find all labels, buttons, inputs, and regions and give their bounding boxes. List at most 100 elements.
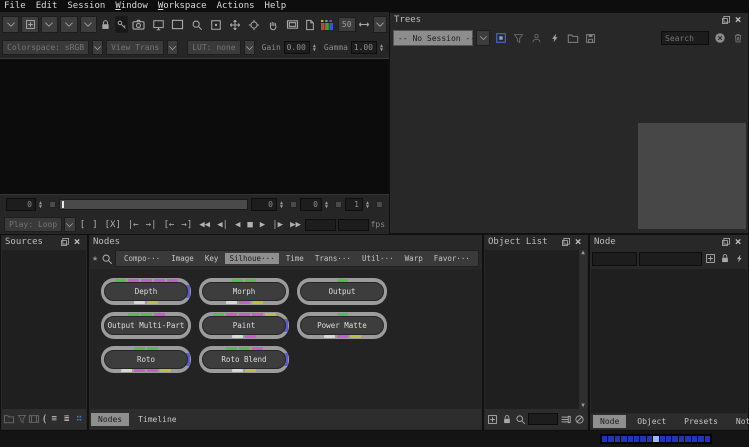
transport-button-1[interactable]: ] bbox=[90, 220, 99, 230]
range-start-button[interactable] bbox=[290, 201, 297, 208]
tab-compo[interactable]: Compo··· bbox=[120, 253, 164, 264]
scroll-up-icon[interactable]: ▲ bbox=[581, 250, 585, 256]
bottom-tab-nodes[interactable]: Nodes bbox=[91, 413, 129, 426]
target-tracker-icon[interactable] bbox=[246, 16, 263, 33]
region-of-interest-icon[interactable] bbox=[207, 16, 224, 33]
import-folder-icon[interactable] bbox=[565, 31, 580, 46]
search-object-icon[interactable] bbox=[514, 412, 527, 426]
notes-page-icon[interactable] bbox=[303, 16, 317, 33]
viewer-canvas[interactable] bbox=[0, 58, 389, 195]
node-item-morph[interactable]: Morph bbox=[199, 278, 289, 305]
transport-button-6[interactable]: →] bbox=[179, 220, 194, 230]
transport-button-9[interactable]: ◀ bbox=[233, 220, 242, 230]
close-panel-icon[interactable]: × bbox=[572, 237, 584, 248]
detail-view-icon[interactable]: ≣ bbox=[61, 412, 72, 426]
lut-chevron-icon[interactable] bbox=[244, 40, 255, 55]
transport-button-10[interactable]: ■ bbox=[245, 220, 254, 230]
node-search-icon[interactable] bbox=[100, 252, 113, 266]
viewer-options-dropdown[interactable] bbox=[373, 16, 387, 33]
gain-reset-button[interactable] bbox=[319, 44, 321, 51]
key-icon[interactable] bbox=[115, 16, 129, 33]
node-panel-tab-node[interactable]: Node bbox=[593, 415, 626, 428]
close-panel-icon[interactable]: × bbox=[732, 237, 744, 248]
transport-button-3[interactable]: |← bbox=[126, 220, 141, 230]
dissolve-value[interactable]: 50 bbox=[338, 17, 356, 32]
play-mode-dropdown[interactable]: Play: Loop bbox=[4, 217, 62, 232]
node-name-field[interactable] bbox=[592, 252, 637, 266]
node-item-power-matte[interactable]: Power Matte bbox=[297, 312, 387, 339]
step-value[interactable]: 1 bbox=[345, 198, 363, 211]
layers-icon[interactable] bbox=[559, 412, 572, 426]
search-input[interactable] bbox=[661, 31, 709, 45]
object-list[interactable] bbox=[485, 250, 579, 409]
range-end-button[interactable] bbox=[335, 201, 342, 208]
range-start-stepper[interactable]: ▲▼ bbox=[280, 201, 287, 209]
lock-icon[interactable] bbox=[99, 16, 113, 33]
lock-node-icon[interactable] bbox=[719, 252, 732, 266]
tab-trans[interactable]: Trans··· bbox=[311, 253, 355, 264]
transport-button-13[interactable]: ▶▶ bbox=[288, 220, 303, 230]
fps-field-2[interactable] bbox=[338, 219, 369, 231]
node-panel-tab-notes[interactable]: Notes bbox=[729, 415, 749, 428]
step-button[interactable] bbox=[376, 201, 383, 208]
view-transform-chevron-icon[interactable] bbox=[167, 40, 178, 55]
menu-item-help[interactable]: Help bbox=[265, 0, 287, 12]
close-panel-icon[interactable]: × bbox=[71, 237, 83, 248]
stereo-dropdown[interactable] bbox=[80, 16, 97, 33]
transport-button-8[interactable]: ◀| bbox=[215, 220, 230, 230]
range-start-value[interactable]: 0 bbox=[251, 198, 277, 211]
object-filter-input[interactable] bbox=[528, 413, 558, 425]
node-item-roto-blend[interactable]: Roto Blend bbox=[199, 346, 289, 373]
channel-dropdown[interactable] bbox=[41, 16, 58, 33]
object-list-scrollbar[interactable]: ▲ ▼ bbox=[579, 250, 587, 409]
snapshot-camera-icon[interactable] bbox=[130, 16, 147, 33]
gamma-reset-button[interactable] bbox=[386, 44, 388, 51]
add-parameter-icon[interactable] bbox=[704, 252, 717, 266]
compare-wipe-icon[interactable] bbox=[358, 16, 372, 33]
float-panel-icon[interactable] bbox=[560, 237, 572, 248]
favorites-star-icon[interactable]: ★ bbox=[92, 253, 98, 264]
tab-warp[interactable]: Warp bbox=[401, 253, 427, 264]
gain-value[interactable]: 0.00 bbox=[284, 41, 310, 54]
trash-icon[interactable] bbox=[730, 31, 745, 46]
menu-item-file[interactable]: File bbox=[4, 0, 26, 12]
add-object-icon[interactable] bbox=[486, 412, 499, 426]
lock-object-icon[interactable] bbox=[500, 412, 513, 426]
gamma-value[interactable]: 1.00 bbox=[351, 41, 377, 54]
frame-overlay-icon[interactable] bbox=[284, 16, 301, 33]
filter-icon[interactable] bbox=[511, 31, 526, 46]
pan-arrows-icon[interactable] bbox=[226, 16, 243, 33]
render-lightning-icon[interactable] bbox=[733, 252, 746, 266]
selected-tree-icon[interactable] bbox=[493, 31, 508, 46]
session-dropdown[interactable]: -- No Session -- bbox=[393, 30, 473, 46]
color-bars-icon[interactable] bbox=[319, 16, 336, 33]
node-panel-tab-object[interactable]: Object bbox=[630, 415, 673, 428]
colorspace-chevron-icon[interactable] bbox=[92, 40, 103, 55]
broadcast-monitor-icon[interactable] bbox=[150, 16, 167, 33]
tab-image[interactable]: Image bbox=[167, 253, 198, 264]
transport-button-12[interactable]: |▶ bbox=[270, 220, 285, 230]
node-item-depth[interactable]: Depth bbox=[101, 278, 191, 305]
full-screen-icon[interactable] bbox=[169, 16, 186, 33]
transport-button-2[interactable]: [X] bbox=[103, 220, 123, 230]
close-panel-icon[interactable]: × bbox=[732, 15, 744, 26]
gamma-stepper[interactable]: ▲▼ bbox=[380, 44, 383, 52]
float-panel-icon[interactable] bbox=[59, 237, 71, 248]
tab-util[interactable]: Util··· bbox=[358, 253, 398, 264]
gain-stepper[interactable]: ▲▼ bbox=[313, 44, 316, 52]
transport-button-11[interactable]: ▶ bbox=[258, 220, 267, 230]
zoom-tool-icon[interactable] bbox=[188, 16, 205, 33]
node-item-paint[interactable]: Paint bbox=[199, 312, 289, 339]
play-mode-chevron-icon[interactable] bbox=[64, 217, 76, 232]
current-frame-stepper[interactable]: ▲▼ bbox=[39, 201, 46, 209]
menu-item-session[interactable]: Session bbox=[67, 0, 105, 12]
sources-list[interactable] bbox=[2, 250, 86, 409]
hand-pan-icon[interactable] bbox=[265, 16, 282, 33]
collapse-handle[interactable]: ( bbox=[41, 414, 47, 425]
user-icon[interactable] bbox=[529, 31, 544, 46]
session-chevron-icon[interactable] bbox=[476, 30, 490, 46]
timeline-slider[interactable] bbox=[59, 199, 248, 210]
transport-button-5[interactable]: [← bbox=[162, 220, 177, 230]
node-item-output-multi-part[interactable]: Output Multi-Part bbox=[101, 312, 191, 339]
import-source-folder-icon[interactable] bbox=[3, 412, 15, 426]
